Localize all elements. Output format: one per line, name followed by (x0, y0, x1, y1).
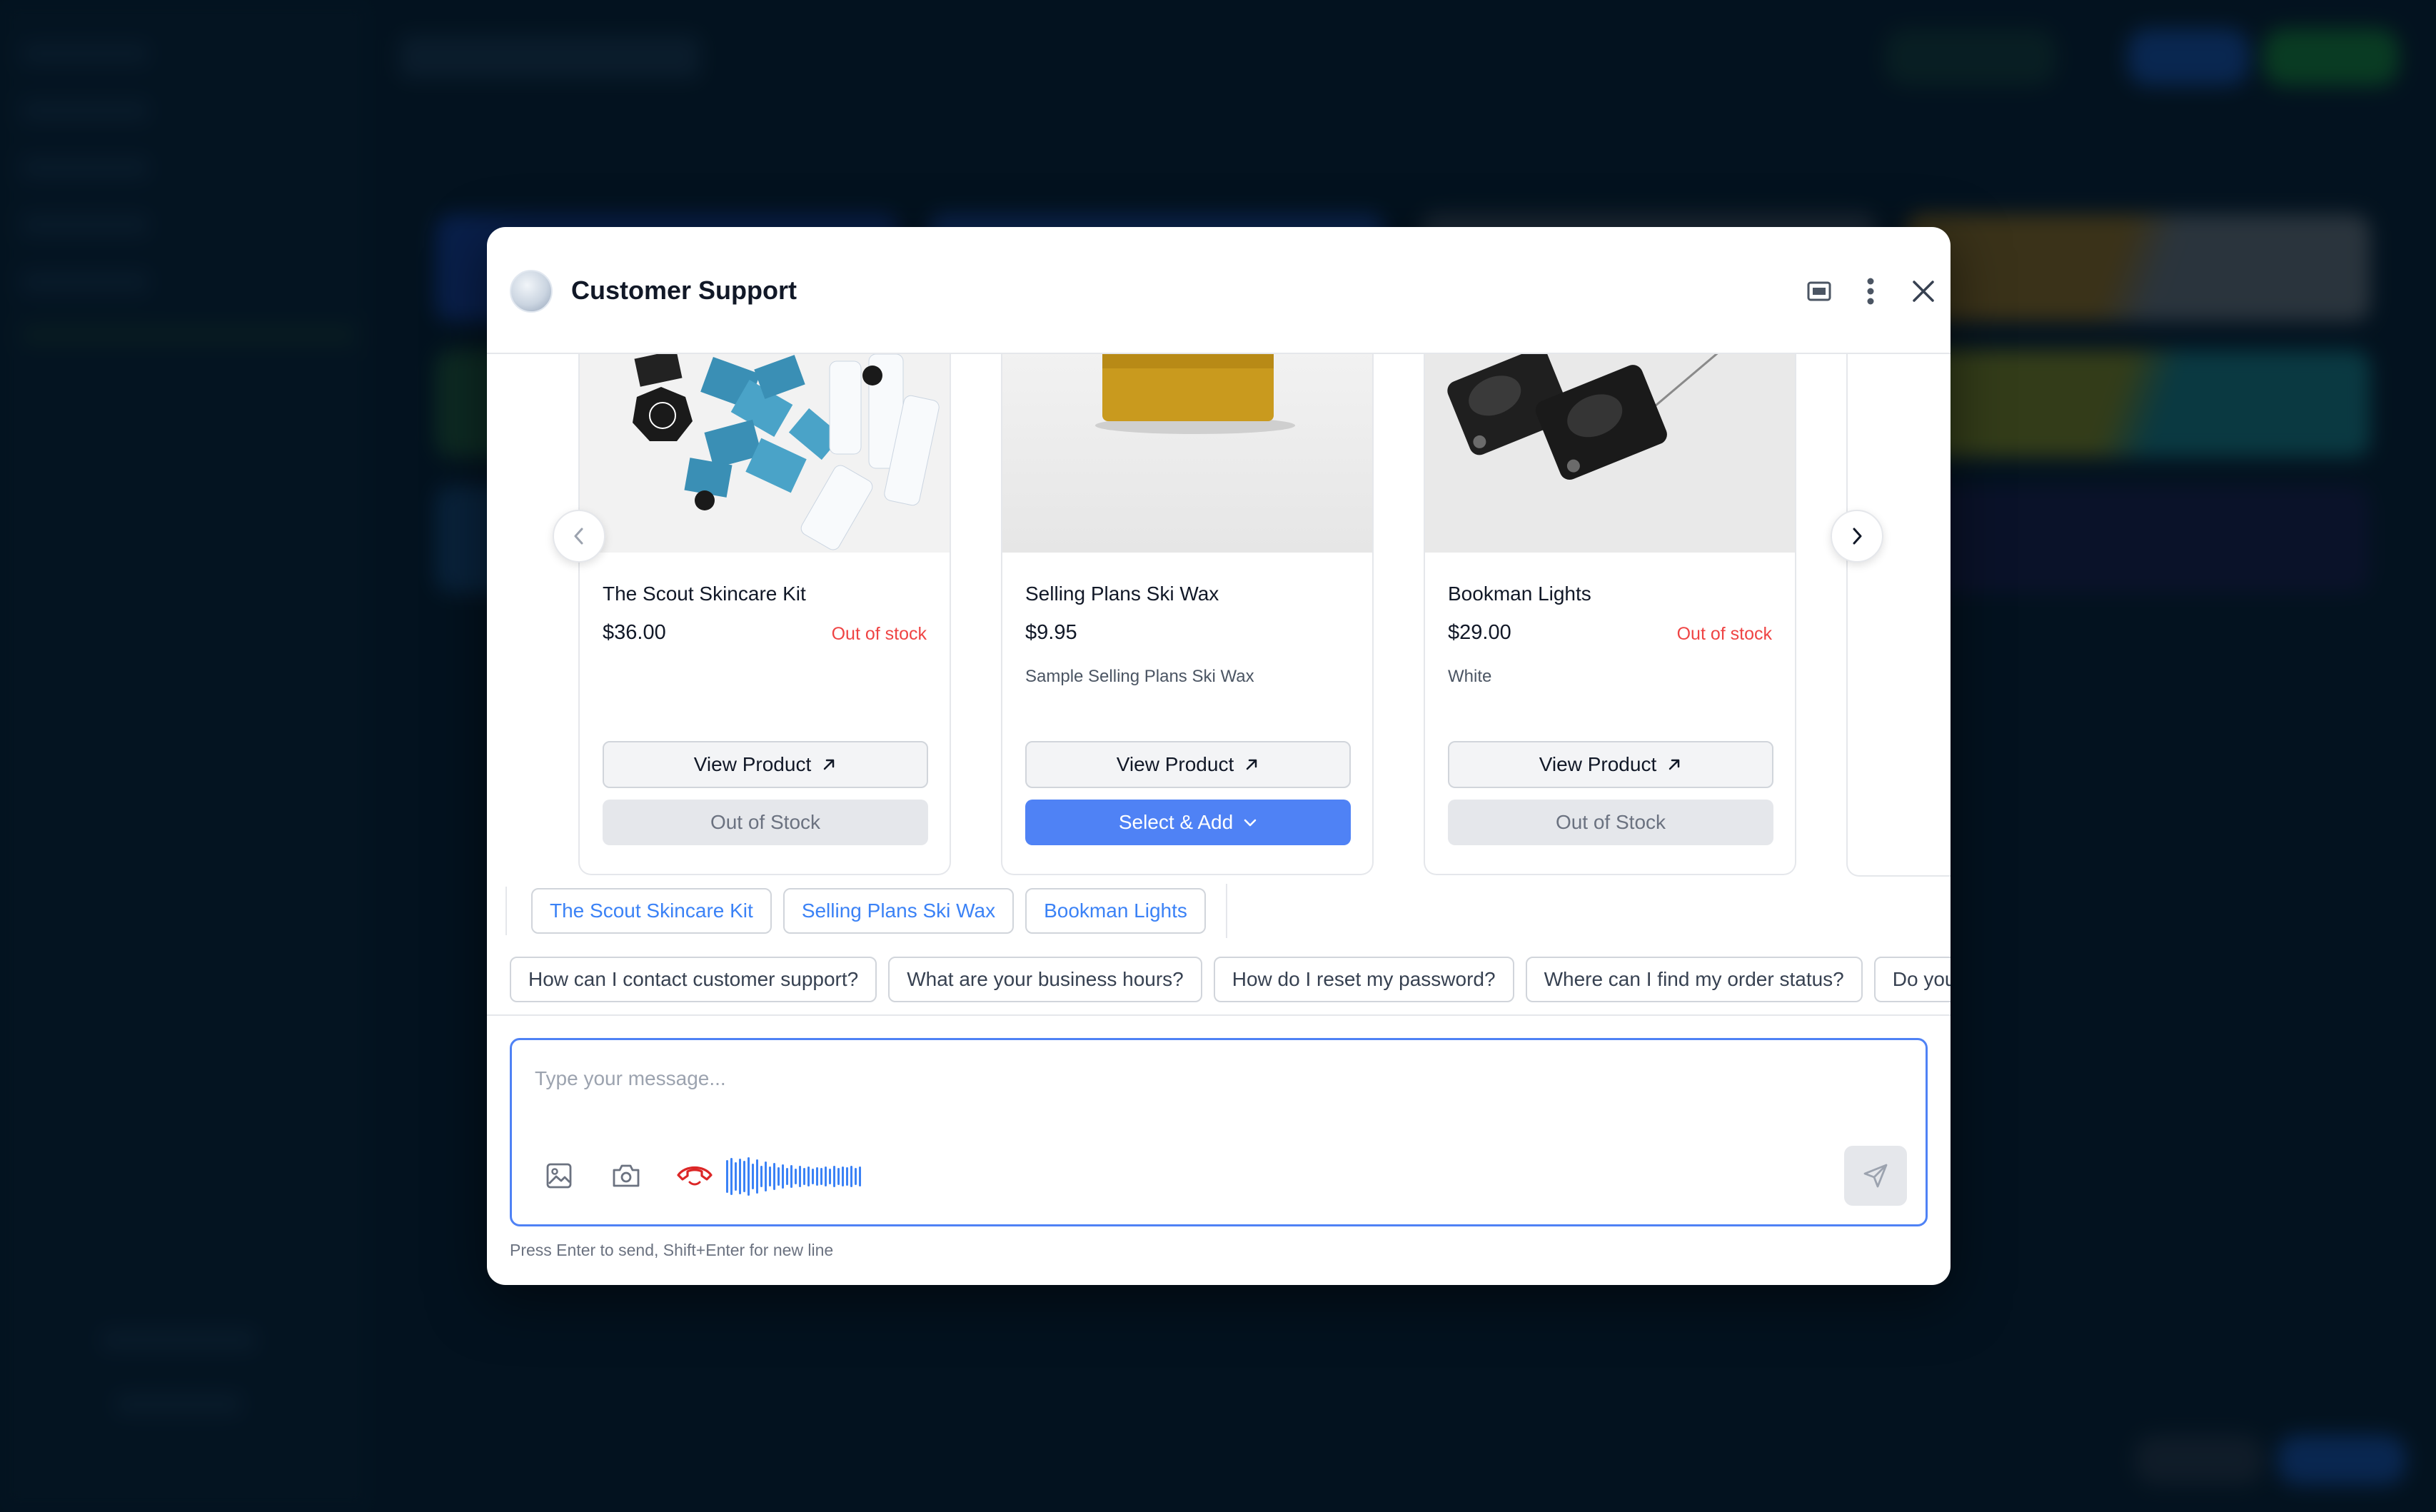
waveform-bar (803, 1168, 805, 1185)
waveform-bar (833, 1166, 835, 1187)
waveform-bar (816, 1167, 818, 1186)
composer-hint: Press Enter to send, Shift+Enter for new… (510, 1241, 834, 1259)
waveform-bar (777, 1167, 780, 1186)
product-card-partial (1846, 354, 1951, 877)
chat-header: Customer Support (487, 227, 1951, 354)
waveform-bar (807, 1166, 810, 1186)
more-vertical-icon[interactable] (1851, 271, 1891, 311)
external-arrow-icon (823, 759, 835, 770)
product-name: The Scout Skincare Kit (603, 583, 806, 605)
view-product-label: View Product (1116, 753, 1234, 775)
waveform-bar (855, 1168, 857, 1185)
product-description: Sample Selling Plans Ski Wax (1025, 667, 1254, 686)
waveform-bar (786, 1168, 788, 1185)
chevron-down-icon (1244, 819, 1257, 827)
chat-title: Customer Support (571, 276, 797, 305)
product-price: $9.95 (1025, 621, 1077, 644)
waveform-bar (859, 1166, 861, 1186)
action-label: Out of Stock (710, 811, 821, 833)
send-icon (1863, 1164, 1888, 1188)
product-image (1002, 354, 1372, 553)
waveform-bar (735, 1162, 737, 1191)
view-product-label: View Product (1539, 753, 1657, 775)
waveform-bar (752, 1164, 754, 1189)
product-price: $36.00 (603, 621, 666, 644)
product-price: $29.00 (1448, 621, 1511, 644)
waveform-bar (743, 1161, 745, 1192)
product-card: The Scout Skincare Kit $36.00 Out of sto… (578, 354, 951, 875)
faq-chip[interactable]: What are your business hours? (888, 957, 1202, 1002)
waveform-bar (820, 1168, 822, 1185)
product-chip[interactable]: Bookman Lights (1025, 888, 1206, 934)
message-composer (510, 1038, 1928, 1226)
waveform-bar (726, 1160, 728, 1193)
avatar (510, 270, 553, 313)
select-and-add-button[interactable]: Select & Add (1025, 800, 1351, 845)
waveform-bar (846, 1167, 848, 1186)
end-voice-call-icon[interactable] (675, 1156, 715, 1196)
stock-status: Out of stock (1676, 624, 1772, 644)
waveform-bar (782, 1164, 784, 1189)
faq-chip[interactable]: How do I reset my password? (1213, 957, 1514, 1002)
waveform-bar (842, 1166, 844, 1186)
camera-icon[interactable] (606, 1156, 646, 1196)
stock-status: Out of stock (831, 624, 927, 644)
waveform-bar (748, 1157, 750, 1196)
external-arrow-icon (1246, 759, 1257, 770)
waveform-bar (765, 1161, 767, 1191)
product-carousel: The Scout Skincare Kit $36.00 Out of sto… (487, 354, 1951, 877)
product-name: Selling Plans Ski Wax (1025, 583, 1219, 605)
waveform-bar (790, 1165, 792, 1188)
divider (487, 1014, 1951, 1016)
divider (505, 887, 507, 935)
chevron-right-icon (1853, 528, 1862, 545)
product-image (580, 354, 950, 553)
out-of-stock-button[interactable]: Out of Stock (1448, 800, 1773, 845)
send-button[interactable] (1844, 1146, 1907, 1206)
waveform-bar (795, 1169, 797, 1184)
product-chip[interactable]: Selling Plans Ski Wax (782, 888, 1015, 934)
faq-chip[interactable]: Where can I find my order status? (1525, 957, 1863, 1002)
view-product-button[interactable]: View Product (1025, 741, 1351, 788)
chevron-left-icon (574, 528, 583, 545)
carousel-prev-button[interactable] (553, 510, 605, 563)
product-chip-row: The Scout Skincare Kit Selling Plans Ski… (531, 884, 1227, 938)
waveform-bar (837, 1168, 840, 1185)
external-arrow-icon (1669, 759, 1680, 770)
product-image (1425, 354, 1795, 553)
action-label: Select & Add (1118, 811, 1234, 833)
action-label: Out of Stock (1555, 811, 1666, 833)
view-product-button[interactable]: View Product (1448, 741, 1773, 788)
faq-chip[interactable]: How can I contact customer support? (510, 957, 877, 1002)
image-icon[interactable] (539, 1156, 579, 1196)
waveform-bar (739, 1159, 741, 1194)
product-card: Bookman Lights $29.00 Out of stock White… (1424, 354, 1796, 875)
waveform-bar (812, 1169, 814, 1184)
waveform-bar (756, 1159, 758, 1194)
waveform-bar (825, 1166, 827, 1186)
view-product-label: View Product (693, 753, 812, 775)
minimize-window-icon[interactable] (1799, 271, 1839, 311)
view-product-button[interactable]: View Product (603, 741, 928, 788)
waveform-bar (730, 1158, 733, 1195)
waveform-bar (773, 1163, 775, 1190)
waveform-bar (769, 1166, 771, 1186)
close-icon[interactable] (1903, 271, 1943, 311)
waveform-bar (850, 1166, 852, 1187)
product-description: White (1448, 667, 1492, 686)
waveform-bar (799, 1166, 801, 1187)
voice-waveform (726, 1157, 861, 1196)
message-input[interactable] (533, 1060, 1893, 1097)
out-of-stock-button[interactable]: Out of Stock (603, 800, 928, 845)
product-card: Selling Plans Ski Wax $9.95 Sample Selli… (1001, 354, 1374, 875)
faq-chip[interactable]: Do you (1873, 957, 1951, 1002)
product-chip[interactable]: The Scout Skincare Kit (531, 888, 772, 934)
product-name: Bookman Lights (1448, 583, 1591, 605)
waveform-bar (829, 1169, 831, 1184)
chat-modal: Customer Support The Scout Skincare Kit … (487, 227, 1951, 1285)
faq-chip-row: How can I contact customer support? What… (510, 957, 1951, 1002)
carousel-next-button[interactable] (1831, 510, 1883, 563)
waveform-bar (760, 1166, 762, 1187)
